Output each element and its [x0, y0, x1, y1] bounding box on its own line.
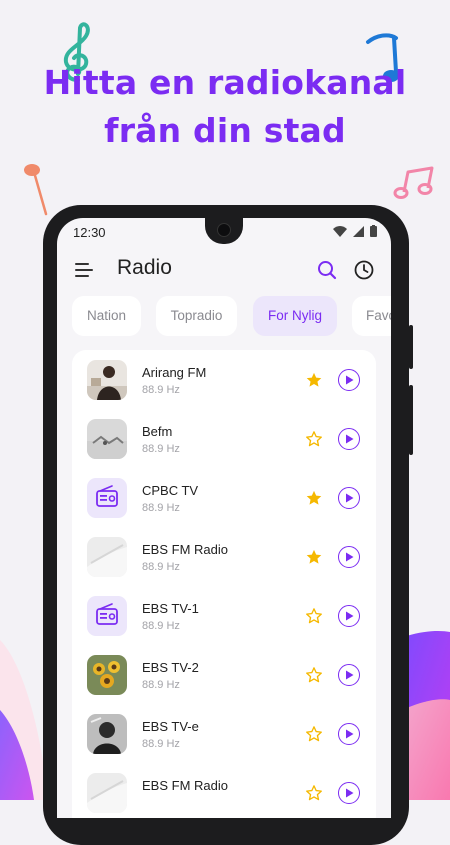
station-frequency: 88.9 Hz [142, 502, 180, 514]
station-thumbnail [87, 655, 127, 695]
camera-notch [205, 218, 243, 244]
tab-for-nylig[interactable]: For Nylig [253, 296, 337, 336]
status-time: 12:30 [73, 225, 106, 240]
station-name: EBS FM Radio [142, 542, 228, 557]
promo-headline-line1: Hitta en radiokanal [43, 63, 407, 102]
station-thumbnail [87, 537, 127, 577]
station-name: Arirang FM [142, 365, 207, 380]
phone-side-button [409, 325, 413, 369]
play-icon [346, 611, 354, 621]
station-frequency: 88.9 Hz [142, 679, 180, 691]
wifi-icon [333, 225, 347, 237]
station-name: EBS TV-1 [142, 601, 199, 616]
star-filled-icon[interactable] [305, 371, 323, 389]
app-title: Radio [117, 256, 172, 279]
star-outline-icon[interactable] [305, 725, 323, 743]
play-button[interactable] [338, 605, 360, 627]
play-icon [346, 788, 354, 798]
station-name: Befm [142, 424, 173, 439]
station-row[interactable]: EBS FM Radio [72, 765, 376, 818]
star-outline-icon[interactable] [305, 666, 323, 684]
star-filled-icon[interactable] [305, 489, 323, 507]
status-icons [333, 225, 377, 237]
station-name: EBS TV-e [142, 719, 199, 734]
play-icon [346, 670, 354, 680]
station-name: EBS TV-2 [142, 660, 199, 675]
radio-icon [87, 478, 127, 518]
music-note-orange-icon [24, 164, 48, 216]
station-row[interactable]: EBS TV-1 88.9 Hz [72, 588, 376, 647]
station-row[interactable]: Befm 88.9 Hz [72, 411, 376, 470]
app-screen: 12:30 Radio Nation Topradio For Nylig Fa… [57, 218, 391, 818]
play-icon [346, 552, 354, 562]
station-row[interactable]: EBS TV-2 88.9 Hz [72, 647, 376, 706]
tab-favorites[interactable]: Favo [352, 296, 391, 336]
star-outline-icon[interactable] [305, 607, 323, 625]
station-row[interactable]: Arirang FM 88.9 Hz [72, 352, 376, 411]
station-frequency: 88.9 Hz [142, 620, 180, 632]
station-thumbnail [87, 714, 127, 754]
clock-history-icon[interactable] [353, 259, 375, 281]
play-button[interactable] [338, 782, 360, 804]
station-row[interactable]: EBS FM Radio 88.9 Hz [72, 529, 376, 588]
play-icon [346, 493, 354, 503]
station-row[interactable]: CPBC TV 88.9 Hz [72, 470, 376, 529]
tab-nation[interactable]: Nation [72, 296, 141, 336]
camera-icon [217, 223, 231, 237]
search-icon[interactable] [316, 259, 338, 281]
station-thumbnail [87, 773, 127, 813]
star-outline-icon[interactable] [305, 784, 323, 802]
station-frequency: 88.9 Hz [142, 443, 180, 455]
station-thumbnail [87, 419, 127, 459]
play-button[interactable] [338, 369, 360, 391]
station-list: Arirang FM 88.9 Hz Befm 88.9 Hz CPBC TV … [72, 350, 376, 818]
play-button[interactable] [338, 664, 360, 686]
station-thumbnail [87, 360, 127, 400]
radio-icon [87, 596, 127, 636]
star-outline-icon[interactable] [305, 430, 323, 448]
station-name: EBS FM Radio [142, 778, 228, 793]
signal-icon [353, 225, 364, 237]
phone-volume-button [409, 385, 413, 455]
station-frequency: 88.9 Hz [142, 561, 180, 573]
double-music-note-pink-icon [393, 166, 434, 199]
play-button[interactable] [338, 428, 360, 450]
play-icon [346, 729, 354, 739]
battery-icon [370, 225, 377, 237]
play-button[interactable] [338, 723, 360, 745]
promo-headline-line2: från din stad [104, 111, 346, 150]
play-button[interactable] [338, 487, 360, 509]
tab-topradio[interactable]: Topradio [156, 296, 237, 336]
hamburger-menu-icon[interactable] [75, 263, 93, 277]
play-icon [346, 434, 354, 444]
play-icon [346, 375, 354, 385]
station-row[interactable]: EBS TV-e 88.9 Hz [72, 706, 376, 765]
star-filled-icon[interactable] [305, 548, 323, 566]
station-frequency: 88.9 Hz [142, 384, 180, 396]
station-name: CPBC TV [142, 483, 199, 498]
play-button[interactable] [338, 546, 360, 568]
station-frequency: 88.9 Hz [142, 738, 180, 750]
